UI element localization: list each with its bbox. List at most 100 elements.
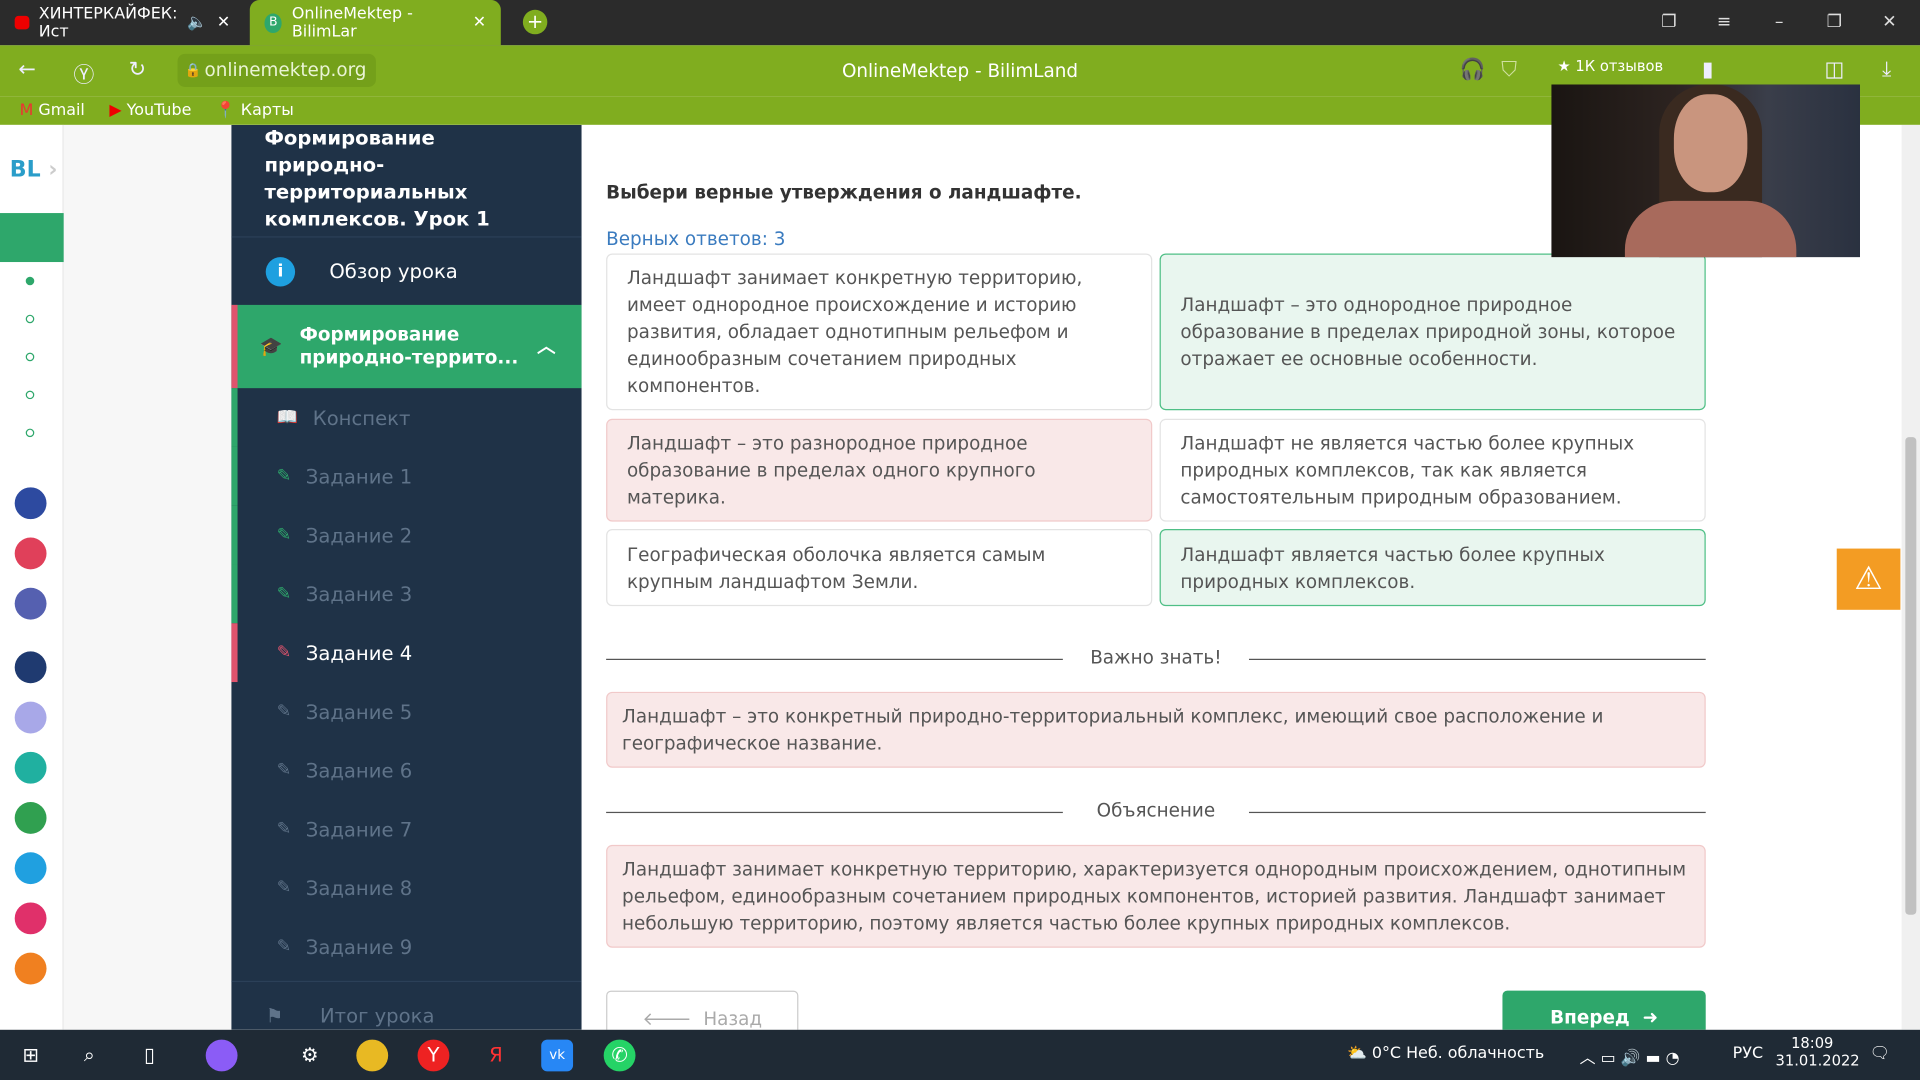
task-view-icon[interactable]: ▯ xyxy=(133,1040,165,1072)
next-button[interactable]: Вперед ➜ xyxy=(1502,990,1706,1030)
reviews-label: 1К отзывов xyxy=(1575,57,1664,75)
edit-icon: ✎ xyxy=(276,642,292,663)
item-label: Задание 3 xyxy=(305,582,413,606)
yandex-browser-icon[interactable]: Y xyxy=(417,1039,450,1072)
new-tab-button[interactable]: + xyxy=(522,9,548,35)
sidebar-item-task-8[interactable]: ✎ Задание 8 xyxy=(231,858,581,917)
windows-start-icon[interactable]: ⊞ xyxy=(15,1040,47,1072)
arrow-right-icon: ➜ xyxy=(1642,1006,1658,1029)
app-icon[interactable] xyxy=(14,487,47,520)
rail-dot[interactable] xyxy=(25,352,35,362)
answer-option[interactable]: Ландшафт не является частью более крупны… xyxy=(1159,418,1706,522)
bookmarks-icon[interactable]: ❐ xyxy=(1644,0,1693,45)
app-icon[interactable] xyxy=(14,852,47,885)
date: 31.01.2022 xyxy=(1775,1051,1860,1069)
scrollbar-thumb[interactable] xyxy=(1905,437,1917,915)
edit-icon: ✎ xyxy=(276,584,292,604)
close-icon[interactable]: ✕ xyxy=(217,13,230,31)
bookmark-icon[interactable]: ▮ xyxy=(1702,58,1713,82)
rail-dot[interactable] xyxy=(25,428,35,438)
sidebar-item-task-6[interactable]: ✎ Задание 6 xyxy=(231,741,581,800)
chrome-icon[interactable] xyxy=(356,1039,389,1072)
sidebar-item-final[interactable]: ⚑ Итог урока xyxy=(231,980,582,1030)
app-icon[interactable] xyxy=(14,701,47,734)
sidebar-item-task-7[interactable]: ✎ Задание 7 xyxy=(231,800,581,859)
section-item[interactable]: 🎓 Формирование природно-террито... ︿ xyxy=(231,304,582,389)
rail-dot[interactable] xyxy=(25,276,35,286)
edit-icon: ✎ xyxy=(276,819,292,839)
clock[interactable]: 18:09 31.01.2022 xyxy=(1776,1035,1860,1069)
bookmark-youtube[interactable]: ▶ YouTube xyxy=(109,102,191,120)
back-button[interactable]: 🡐 Назад xyxy=(606,990,799,1030)
reviews-button[interactable]: ★ 1К отзывов xyxy=(1558,58,1664,75)
sidebar-item-task-2[interactable]: ✎ Задание 2 xyxy=(231,505,581,565)
rail-onlinemektep[interactable] xyxy=(0,213,64,263)
answer-option[interactable]: Ландшафт – это разнородное природное обр… xyxy=(606,418,1153,522)
answer-option[interactable]: Ландшафт – это однородное природное обра… xyxy=(1159,253,1706,411)
option-text: Ландшафт является частью более крупных п… xyxy=(1180,543,1605,593)
app-icon[interactable] xyxy=(14,952,47,985)
option-text: Ландшафт не является частью более крупны… xyxy=(1180,432,1635,509)
bookmark-label: YouTube xyxy=(126,101,192,121)
extensions-icon[interactable]: ◫ xyxy=(1824,58,1844,82)
rail-dot[interactable] xyxy=(25,390,35,400)
tab-onlinemektep[interactable]: B OnlineMektep - BilimLar ✕ xyxy=(249,0,501,46)
sidebar-item-konspekt[interactable]: 📖 Конспект xyxy=(231,388,581,447)
weather-text: 0°C Неб. облачность xyxy=(1371,1044,1545,1063)
bl-logo[interactable]: BL › xyxy=(10,157,58,183)
sidebar-item-task-3[interactable]: ✎ Задание 3 xyxy=(231,564,581,624)
app-icon[interactable] xyxy=(14,537,47,570)
app-icon[interactable] xyxy=(14,802,47,834)
close-window-button[interactable]: ✕ xyxy=(1865,0,1914,45)
tab-youtube[interactable]: ХИНТЕРКАЙФЕК: Ист 🔈 ✕ xyxy=(0,0,245,45)
chevron-up-icon[interactable]: ︿ xyxy=(537,335,555,358)
important-heading: Важно знать! xyxy=(1090,646,1222,669)
sidebar-item-task-9[interactable]: ✎ Задание 9 xyxy=(231,917,581,976)
speaker-icon[interactable]: 🔈 xyxy=(187,13,207,31)
sidebar-item-task-4[interactable]: ✎ Задание 4 xyxy=(231,623,581,683)
close-icon[interactable]: ✕ xyxy=(473,13,486,31)
minimize-button[interactable]: – xyxy=(1755,0,1804,45)
headphones-icon[interactable]: 🎧 xyxy=(1460,58,1486,82)
yandex-icon[interactable]: Я xyxy=(480,1040,512,1072)
answer-option[interactable]: Географическая оболочка является самым к… xyxy=(606,528,1153,607)
menu-icon[interactable]: ≡ xyxy=(1700,0,1749,45)
question-text: Выбери верные утверждения о ландшафте. xyxy=(606,181,1082,204)
report-warning-button[interactable]: ⚠ xyxy=(1836,548,1901,610)
scrollbar[interactable] xyxy=(1901,124,1920,1030)
download-icon[interactable]: ⤓ xyxy=(1882,58,1891,82)
rail-dot[interactable] xyxy=(25,314,35,324)
notifications-icon[interactable]: 🗨 xyxy=(1870,1044,1890,1062)
tray-icons[interactable]: ︿ ▭ 🔊 ▬ ◔ xyxy=(1580,1044,1680,1067)
restore-button[interactable]: ❐ xyxy=(1810,0,1859,45)
shield-icon[interactable]: ⛉ xyxy=(1501,58,1517,82)
bookmark-maps[interactable]: 📍 Карты xyxy=(216,102,294,120)
item-label: Конспект xyxy=(312,405,411,430)
answer-option[interactable]: Ландшафт является частью более крупных п… xyxy=(1159,528,1706,607)
bookmark-gmail[interactable]: M Gmail xyxy=(20,102,85,120)
sidebar-item-task-1[interactable]: ✎ Задание 1 xyxy=(231,446,581,506)
weather-widget[interactable]: ⛅ 0°C Неб. облачность xyxy=(1347,1044,1544,1062)
item-label: Задание 6 xyxy=(305,758,413,782)
gmail-icon: M xyxy=(19,101,34,121)
search-icon[interactable]: ⌕ xyxy=(73,1040,105,1072)
alice-icon[interactable] xyxy=(205,1039,238,1072)
settings-icon[interactable]: ⚙ xyxy=(294,1040,326,1072)
overview-label: Обзор урока xyxy=(329,259,458,283)
youtube-icon: ▶ xyxy=(109,101,122,121)
option-text: Ландшафт – это однородное природное обра… xyxy=(1180,293,1676,370)
language-indicator[interactable]: РУС xyxy=(1733,1044,1763,1062)
app-icon[interactable] xyxy=(14,751,47,784)
important-divider: Важно знать! xyxy=(606,647,1706,671)
important-box: Ландшафт – это конкретный природно-терри… xyxy=(606,691,1706,768)
graduation-cap-icon: 🎓 xyxy=(259,334,283,357)
sidebar-item-task-5[interactable]: ✎ Задание 5 xyxy=(231,682,581,741)
answer-option[interactable]: Ландшафт занимает конкретную территорию,… xyxy=(606,253,1153,411)
app-icon[interactable] xyxy=(14,902,47,935)
whatsapp-icon[interactable]: ✆ xyxy=(603,1039,636,1072)
overview-item[interactable]: i Обзор урока xyxy=(231,238,581,305)
app-icon[interactable] xyxy=(14,587,47,620)
vk-icon[interactable]: vk xyxy=(541,1039,574,1072)
tab-bar: ХИНТЕРКАЙФЕК: Ист 🔈 ✕ B OnlineMektep - Bili… xyxy=(0,0,1920,46)
app-icon[interactable] xyxy=(14,651,47,684)
